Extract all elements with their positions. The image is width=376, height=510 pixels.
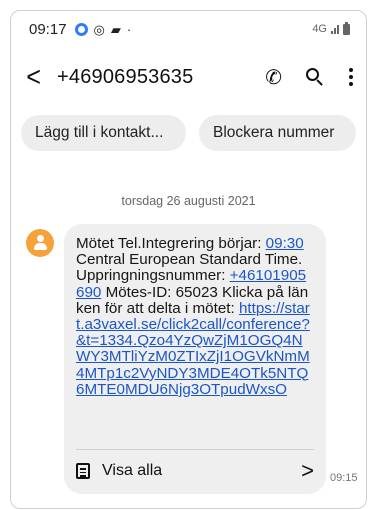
more-icon[interactable]: [348, 68, 354, 86]
view-all-button[interactable]: Visa alla >: [76, 456, 314, 486]
dot-icon: ·: [126, 21, 132, 37]
conversation-date: torsdag 26 augusti 2021: [121, 194, 256, 208]
contact-number: +46906953635: [57, 65, 194, 88]
block-number-button[interactable]: Blockera nummer: [199, 115, 356, 151]
divider: [76, 449, 314, 450]
notification-icon: [74, 22, 88, 36]
message-text: Mötet Tel.Integrering börjar: 09:30 Cent…: [76, 235, 310, 398]
status-bar: 09:17 ◎ ▰ · 4G: [11, 11, 366, 47]
add-contact-button[interactable]: Lägg till i kontakt...: [21, 115, 186, 151]
search-icon[interactable]: [306, 68, 324, 86]
call-icon[interactable]: ✆: [265, 65, 282, 90]
chevron-right-icon: >: [301, 458, 314, 483]
message-bubble[interactable]: Mötet Tel.Integrering börjar: 09:30 Cent…: [64, 224, 326, 494]
circle-icon: ◎: [93, 21, 105, 37]
phone-screen: 09:17 ◎ ▰ · 4G < +46906953635 ✆ Lägg til…: [10, 10, 367, 509]
sender-avatar-icon[interactable]: [26, 229, 54, 257]
app-bar: < +46906953635 ✆: [11, 55, 366, 99]
lock-icon: ▰: [110, 21, 121, 37]
message-time: 09:15: [330, 472, 358, 484]
document-icon: [76, 463, 90, 479]
back-arrow-icon[interactable]: <: [26, 63, 49, 91]
signal-icon: [331, 24, 339, 34]
battery-icon: [343, 21, 350, 35]
time-link[interactable]: 09:30: [266, 235, 304, 252]
action-chips: Lägg till i kontakt... Blockera nummer: [21, 115, 356, 151]
network-label: 4G: [312, 23, 327, 35]
status-time: 09:17: [29, 20, 67, 38]
view-all-label: Visa alla: [102, 462, 163, 479]
